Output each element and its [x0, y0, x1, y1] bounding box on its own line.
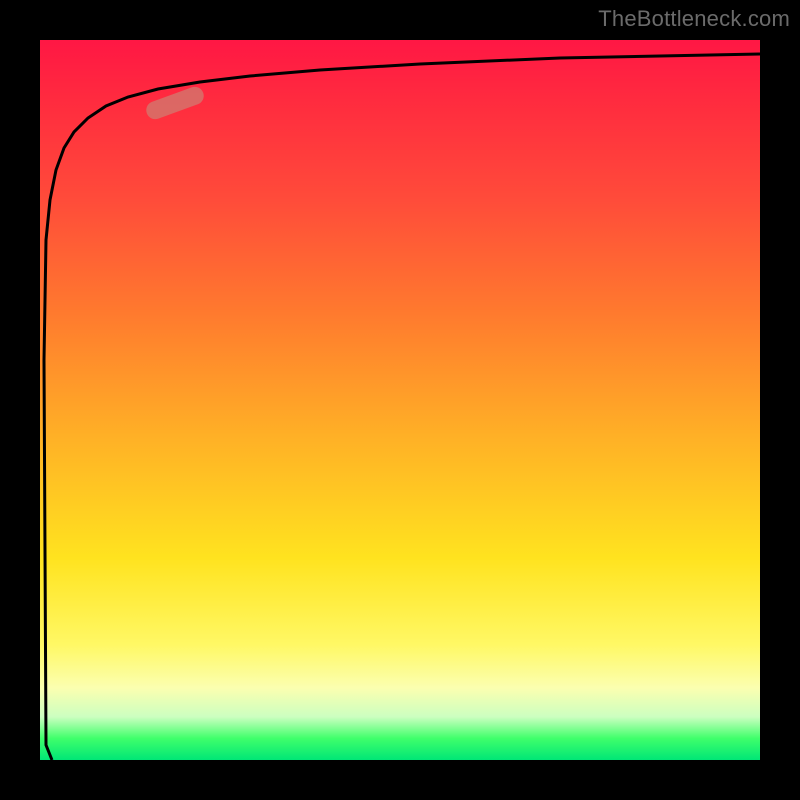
bottleneck-curve	[44, 54, 760, 760]
watermark-text: TheBottleneck.com	[598, 6, 790, 32]
chart-frame: TheBottleneck.com	[0, 0, 800, 800]
plot-area	[40, 40, 760, 760]
curve-layer	[40, 40, 760, 760]
